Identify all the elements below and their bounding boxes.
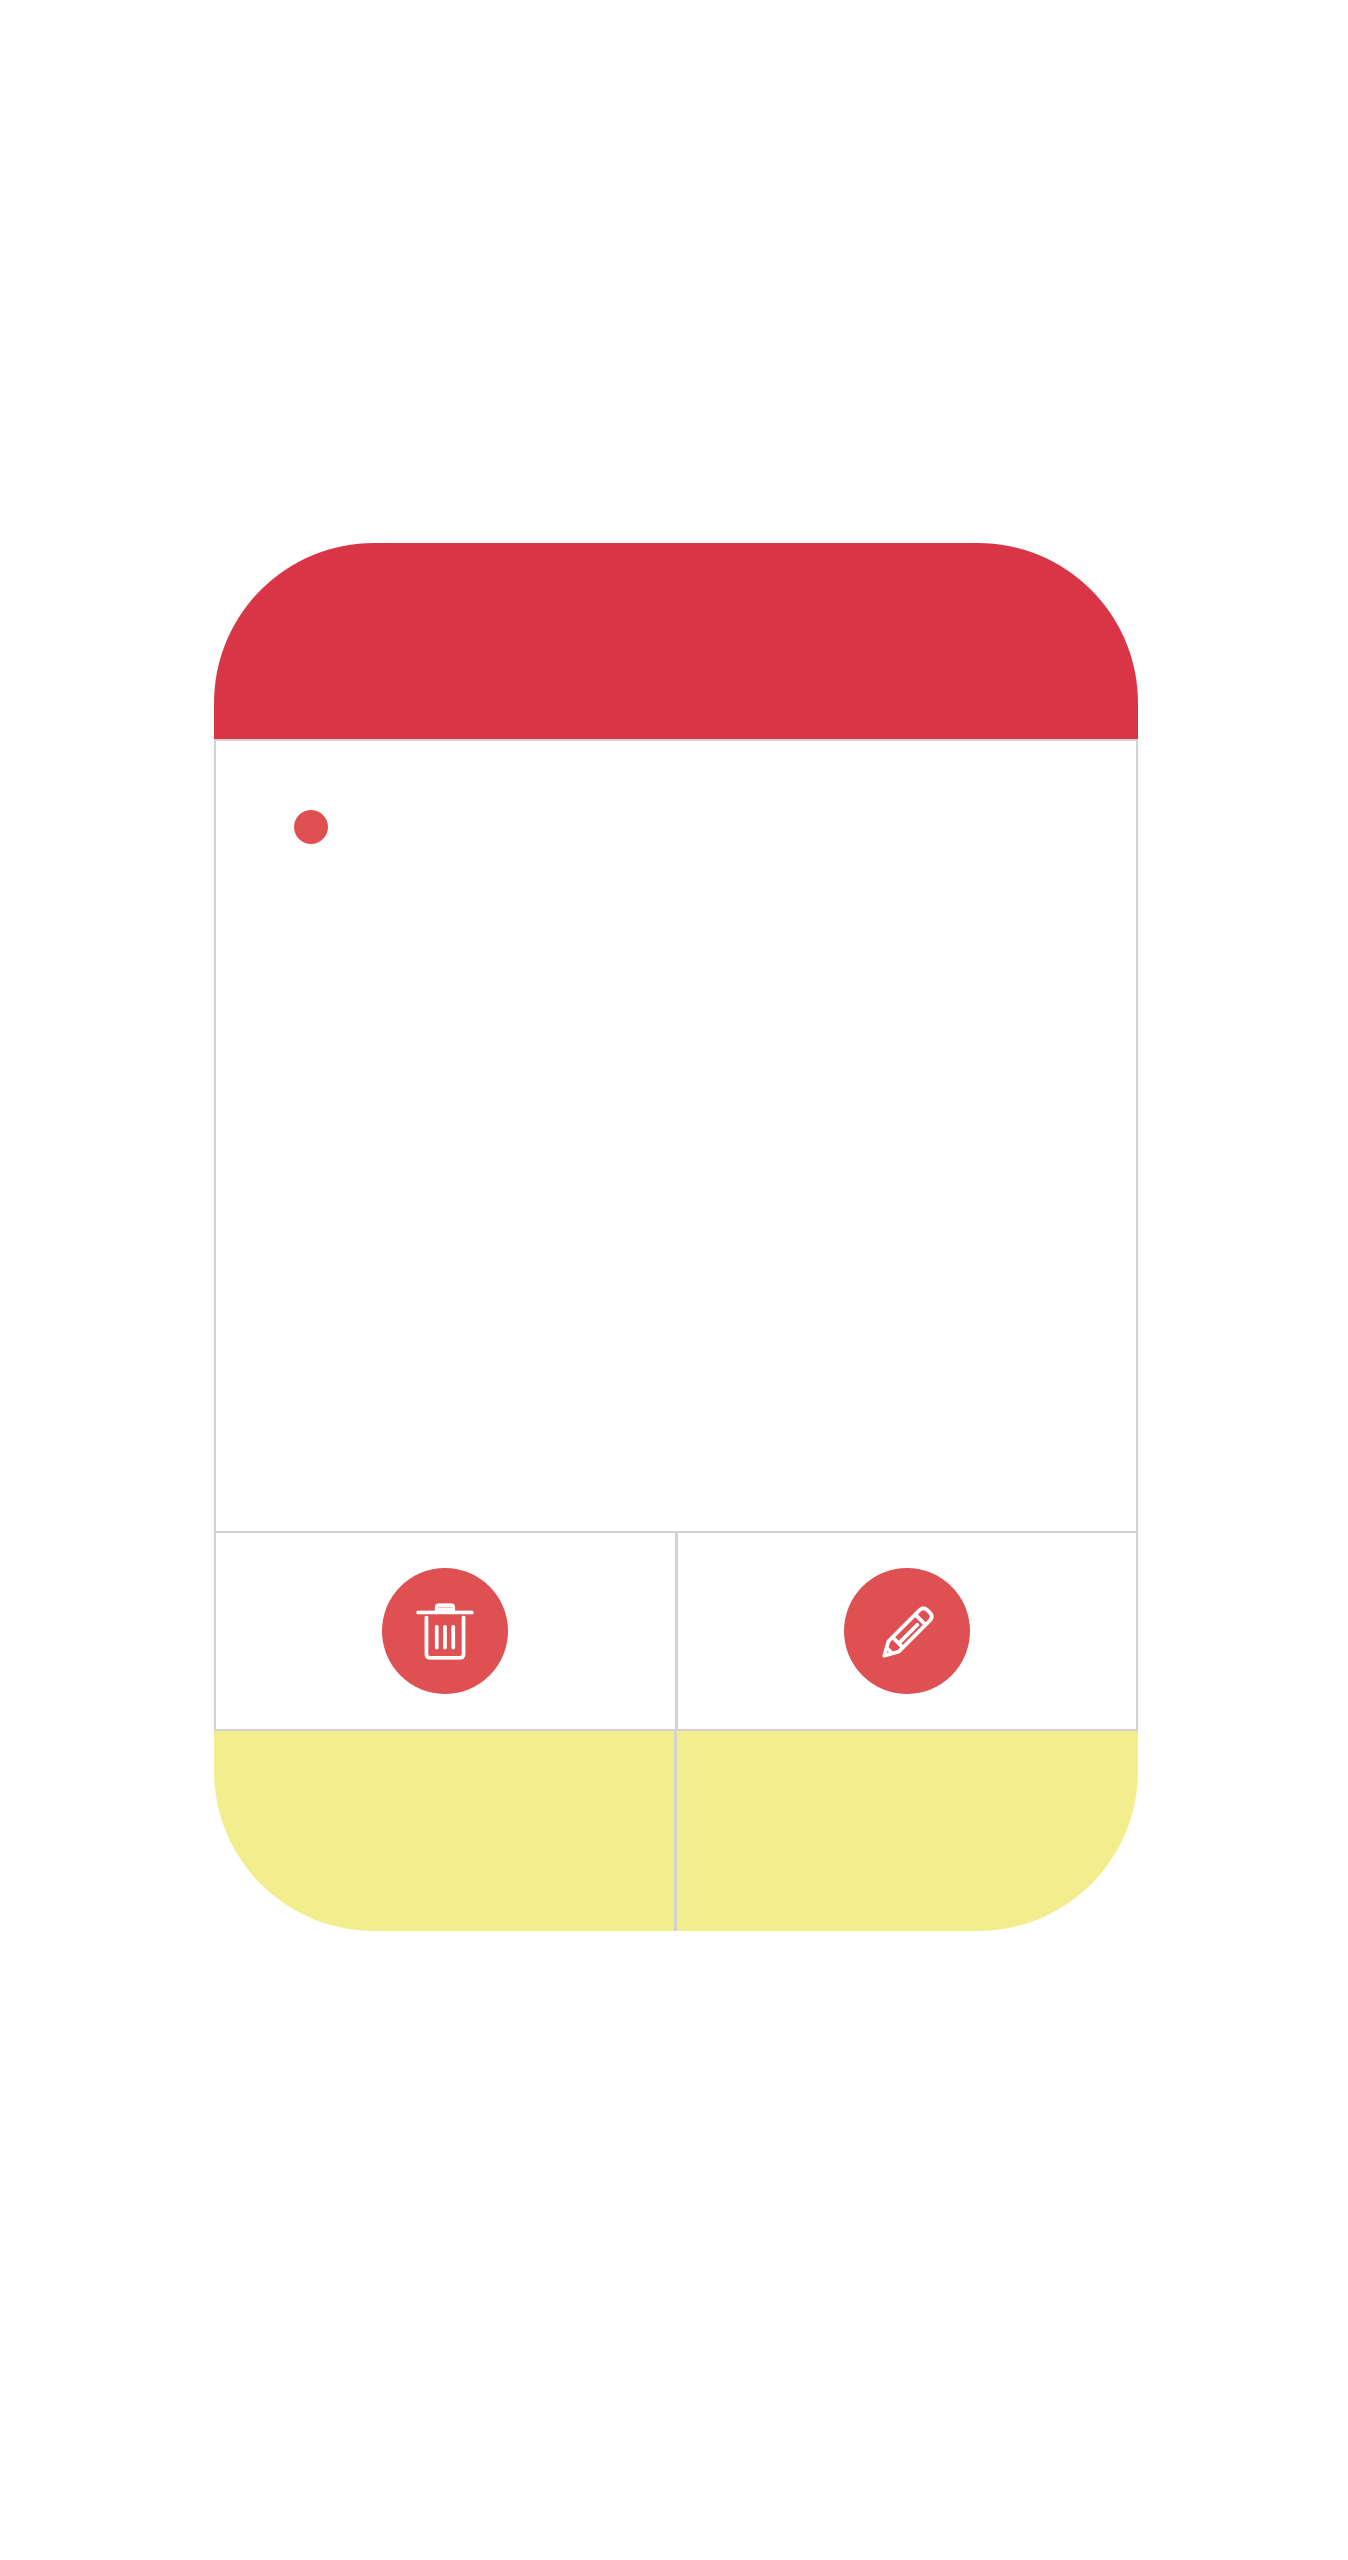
footer-row	[214, 1731, 1138, 1931]
card-body	[214, 741, 1138, 1531]
trash-icon	[416, 1603, 474, 1660]
status-dot-icon	[294, 810, 328, 844]
edit-cell	[674, 1533, 1137, 1729]
card	[214, 543, 1138, 1931]
delete-cell	[216, 1533, 675, 1729]
pencil-icon	[882, 1606, 934, 1658]
footer-cell-right	[676, 1731, 1138, 1931]
footer-cell-left	[214, 1731, 676, 1931]
card-header	[214, 543, 1138, 741]
edit-button[interactable]	[843, 1568, 970, 1694]
footer-divider	[674, 1731, 677, 1931]
delete-button[interactable]	[382, 1568, 509, 1694]
actions-row	[214, 1531, 1138, 1731]
